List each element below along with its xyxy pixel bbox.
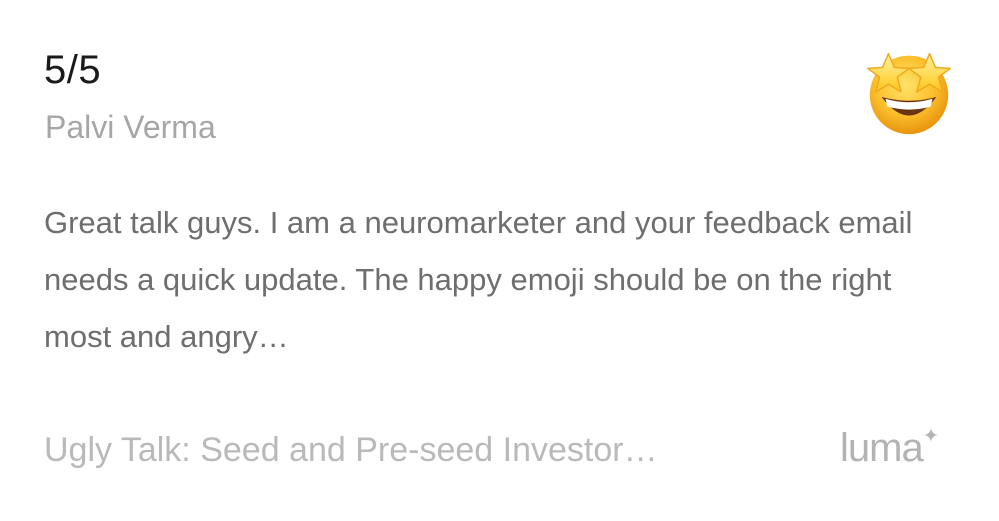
reviewer-name: Palvi Verma (45, 109, 216, 145)
sparkle-icon (923, 428, 938, 442)
luma-logo[interactable]: luma (840, 424, 938, 472)
review-card[interactable]: 5/5 Palvi Verma Great talk guys. I am a … (0, 0, 999, 521)
star-struck-emoji-icon (867, 52, 951, 135)
feedback-text: Great talk guys. I am a neuromarketer an… (44, 205, 913, 354)
event-title[interactable]: Ugly Talk: Seed and Pre-seed Investor… (44, 428, 658, 472)
rating-score: 5/5 (44, 48, 102, 92)
brand-name: luma (840, 426, 924, 470)
